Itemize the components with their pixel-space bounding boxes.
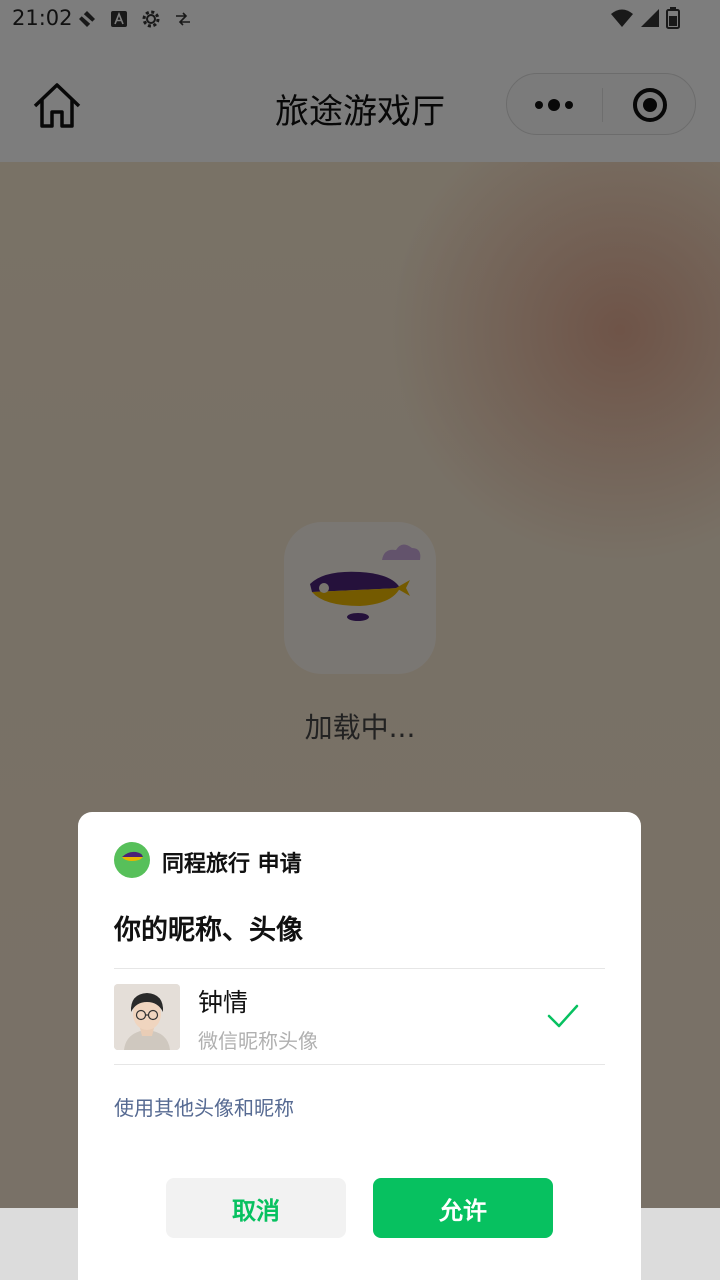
cancel-button[interactable]: 取消 [166,1178,346,1238]
nickname: 钟情 [198,988,249,1017]
nickname-subtitle: 微信昵称头像 [198,1029,318,1053]
allow-button[interactable]: 允许 [373,1178,553,1238]
check-icon [547,1004,579,1028]
app-logo [114,842,150,878]
app-request-text: 同程旅行 申请 [162,852,302,877]
account-option[interactable]: 钟情 微信昵称头像 [114,969,605,1064]
avatar [114,984,180,1050]
use-other-profile-link[interactable]: 使用其他头像和昵称 [114,1092,294,1121]
sheet-title: 你的昵称、头像 [114,915,303,946]
divider [114,1064,605,1065]
avatar-image [114,984,180,1050]
authorization-sheet: 同程旅行 申请 你的昵称、头像 钟情 微信昵称头像 使用其他头像和昵称 取消 允… [78,812,641,1280]
tongcheng-logo-icon [122,851,143,861]
